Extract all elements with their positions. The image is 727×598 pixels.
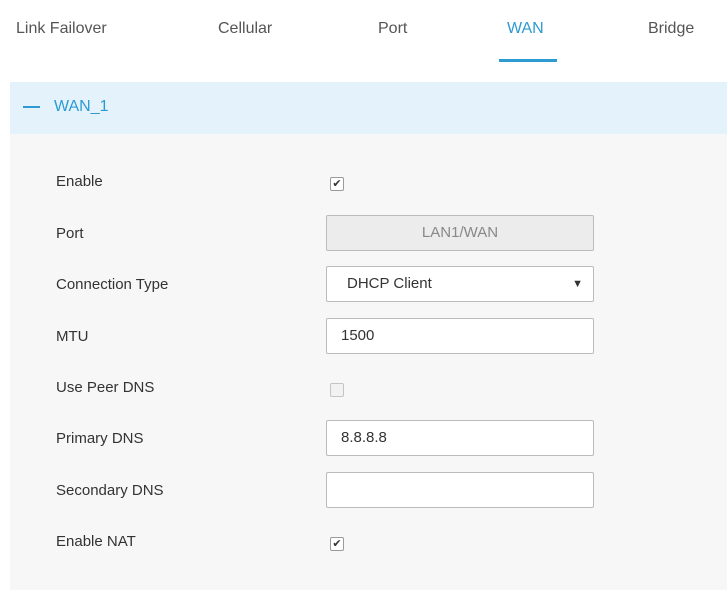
- tab-bridge[interactable]: Bridge: [648, 20, 694, 38]
- enable-nat-checkbox[interactable]: ✔: [330, 537, 344, 551]
- tab-link-failover[interactable]: Link Failover: [16, 20, 107, 38]
- tab-port[interactable]: Port: [378, 20, 407, 38]
- mtu-label: MTU: [56, 328, 89, 345]
- secondary-dns-input[interactable]: [326, 472, 594, 508]
- secondary-dns-label: Secondary DNS: [56, 482, 164, 499]
- enable-checkbox[interactable]: ✔: [330, 177, 344, 191]
- primary-dns-label: Primary DNS: [56, 430, 144, 447]
- dropdown-arrow-icon: ▼: [572, 278, 583, 290]
- port-label: Port: [56, 225, 84, 242]
- enable-label: Enable: [56, 173, 103, 190]
- primary-dns-input[interactable]: 8.8.8.8: [326, 420, 594, 456]
- section-title: WAN_1: [54, 98, 109, 115]
- tab-cellular[interactable]: Cellular: [218, 20, 272, 38]
- section-header-wan1[interactable]: WAN_1: [10, 82, 727, 134]
- mtu-input[interactable]: 1500: [326, 318, 594, 354]
- connection-type-select[interactable]: DHCP Client ▼: [326, 266, 594, 302]
- tab-bar: Link Failover Cellular Port WAN Bridge: [0, 0, 727, 62]
- connection-type-value: DHCP Client: [347, 275, 432, 292]
- enable-nat-label: Enable NAT: [56, 533, 136, 550]
- port-field: LAN1/WAN: [326, 215, 594, 251]
- wan-settings-panel: WAN_1 Enable ✔ Port LAN1/WAN Connection …: [10, 82, 727, 590]
- use-peer-dns-checkbox[interactable]: [330, 383, 344, 397]
- use-peer-dns-label: Use Peer DNS: [56, 379, 155, 396]
- tab-wan[interactable]: WAN: [507, 20, 544, 38]
- active-tab-indicator: [499, 59, 557, 62]
- connection-type-label: Connection Type: [56, 276, 169, 293]
- minus-icon[interactable]: [23, 106, 40, 108]
